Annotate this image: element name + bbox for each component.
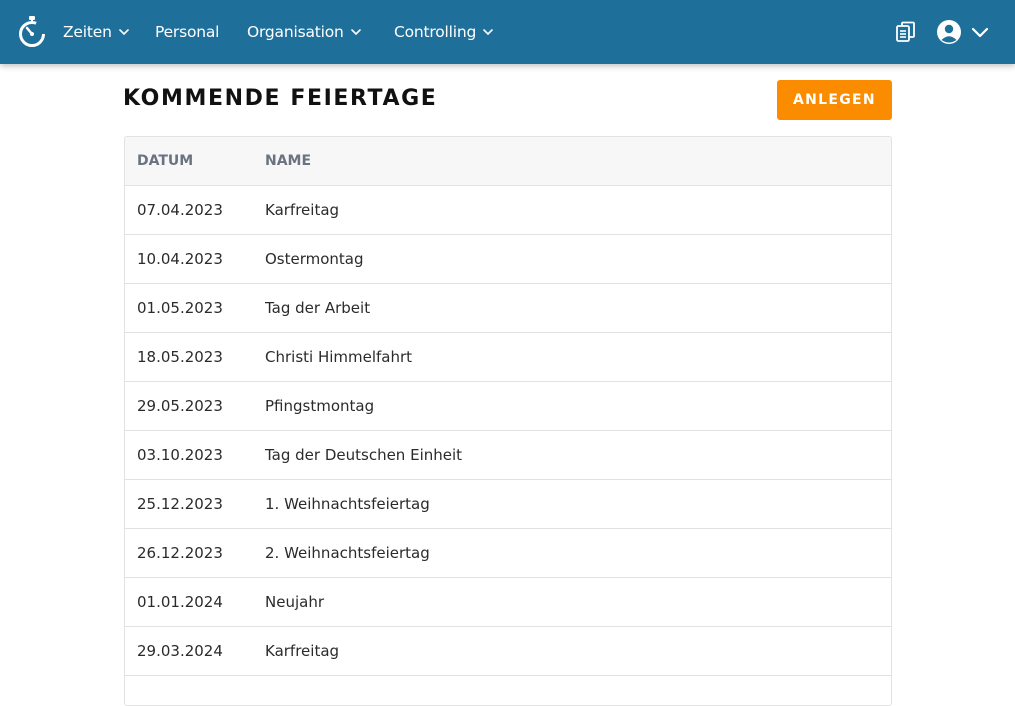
table-row[interactable]: 01.05.2023 Tag der Arbeit (125, 284, 891, 333)
row-date: 07.04.2023 (137, 201, 223, 219)
page-title: KOMMENDE FEIERTAGE (123, 86, 438, 111)
row-name: 2. Weihnachtsfeiertag (265, 544, 430, 562)
row-name: Ostermontag (265, 250, 364, 268)
row-name: Tag der Arbeit (265, 299, 371, 317)
chevron-down-icon (350, 29, 361, 36)
row-date: 29.03.2024 (137, 642, 223, 660)
column-header-name[interactable]: NAME (265, 153, 311, 169)
chevron-down-icon (118, 29, 129, 36)
chevron-down-icon (971, 27, 989, 38)
table-row[interactable]: 03.10.2023 Tag der Deutschen Einheit (125, 431, 891, 480)
row-name: Karfreitag (265, 201, 340, 219)
nav-zeiten-label: Zeiten (63, 23, 112, 41)
nav-zeiten[interactable]: Zeiten (63, 0, 130, 64)
table-row[interactable]: 29.05.2023 Pfingstmontag (125, 382, 891, 431)
row-name: Christi Himmelfahrt (265, 348, 413, 366)
table-row[interactable]: 26.12.2023 2. Weihnachtsfeiertag (125, 529, 891, 578)
table-row[interactable]: 01.01.2024 Neujahr (125, 578, 891, 627)
stopwatch-logo-icon[interactable] (17, 16, 47, 48)
nav-controlling[interactable]: Controlling (394, 0, 494, 64)
row-name: Pfingstmontag (265, 397, 375, 415)
nav-organisation[interactable]: Organisation (247, 0, 362, 64)
table-row[interactable]: 29.03.2024 Karfreitag (125, 627, 891, 676)
nav-controlling-label: Controlling (394, 23, 477, 41)
table-row[interactable] (125, 676, 891, 705)
create-button[interactable]: ANLEGEN (777, 80, 892, 120)
row-date: 01.05.2023 (137, 299, 223, 317)
nav-personal-label: Personal (155, 23, 220, 41)
row-name: 1. Weihnachtsfeiertag (265, 495, 430, 513)
row-name: Neujahr (265, 593, 324, 611)
user-circle-icon (937, 20, 961, 44)
table-row[interactable]: 10.04.2023 Ostermontag (125, 235, 891, 284)
row-name: Tag der Deutschen Einheit (265, 446, 463, 464)
table-row[interactable]: 07.04.2023 Karfreitag (125, 186, 891, 235)
user-menu[interactable] (936, 19, 992, 45)
row-date: 25.12.2023 (137, 495, 223, 513)
top-navbar: Zeiten Personal Organisation Controlling (0, 0, 1015, 64)
row-date: 18.05.2023 (137, 348, 223, 366)
row-date: 01.01.2024 (137, 593, 223, 611)
row-date: 10.04.2023 (137, 250, 223, 268)
nav-organisation-label: Organisation (247, 23, 344, 41)
row-date: 26.12.2023 (137, 544, 223, 562)
table-row[interactable]: 25.12.2023 1. Weihnachtsfeiertag (125, 480, 891, 529)
table-header-row: DATUM NAME (125, 137, 891, 186)
row-date: 03.10.2023 (137, 446, 223, 464)
row-name: Karfreitag (265, 642, 340, 660)
column-header-date[interactable]: DATUM (137, 153, 193, 169)
documents-icon[interactable] (895, 21, 917, 43)
table-row[interactable]: 18.05.2023 Christi Himmelfahrt (125, 333, 891, 382)
chevron-down-icon (483, 29, 493, 36)
row-date: 29.05.2023 (137, 397, 223, 415)
holidays-table: DATUM NAME 07.04.2023 Karfreitag 10.04.2… (124, 136, 892, 706)
nav-personal[interactable]: Personal (155, 0, 219, 64)
